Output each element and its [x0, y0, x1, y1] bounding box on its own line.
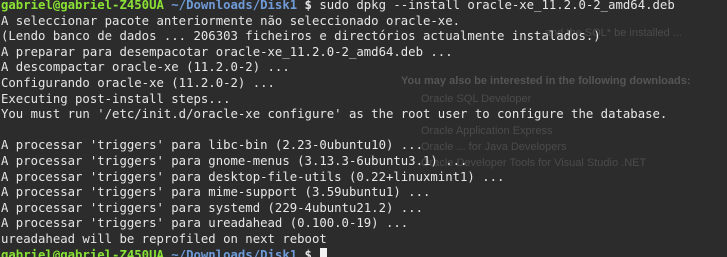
output-line: A processar 'triggers' para desktop-file… [1, 169, 505, 184]
prompt-user-host: gabriel@gabriel-Z450UA [1, 247, 164, 257]
output-line: A preparar para desempacotar oracle-xe_1… [1, 44, 453, 59]
output-line: ureadahead will be reprofiled on next re… [1, 231, 327, 246]
output-line: A seleccionar pacote anteriormente não s… [1, 13, 461, 28]
command-line: gabriel@gabriel-Z450UA ~/Downloads/Disk1… [1, 0, 727, 14]
output-line: A processar 'triggers' para systemd (229… [1, 200, 423, 215]
output-line: Executing post-install steps... [1, 91, 231, 106]
prompt-path: ~/Downloads/Disk1 [171, 0, 298, 12]
prompt-user-host: gabriel@gabriel-Z450UA [1, 0, 164, 12]
output-line: Configurando oracle-xe (11.2.0-2) ... [1, 75, 275, 90]
prompt-path: ~/Downloads/Disk1 [171, 247, 298, 257]
output-line: A processar 'triggers' para gnome-menus … [1, 153, 468, 168]
terminal-window[interactable]: and the SQL* be installed ... You may al… [0, 0, 727, 257]
prompt-symbol: $ [304, 247, 312, 257]
output-line: (Lendo banco de dados ... 206303 ficheir… [1, 29, 601, 44]
output-line: You must run '/etc/init.d/oracle-xe conf… [1, 107, 668, 122]
terminal-output: gabriel@gabriel-Z450UA ~/Downloads/Disk1… [1, 0, 727, 257]
output-line: A processar 'triggers' para mime-support… [1, 185, 431, 200]
text-cursor[interactable] [320, 247, 328, 257]
output-line: A descompactar oracle-xe (11.2.0-2) ... [1, 60, 290, 75]
command-text: sudo dpkg --install oracle-xe_11.2.0-2_a… [319, 0, 675, 12]
output-line: A processar 'triggers' para libc-bin (2.… [1, 138, 423, 153]
prompt-symbol: $ [304, 0, 312, 12]
active-prompt-line[interactable]: gabriel@gabriel-Z450UA ~/Downloads/Disk1… [1, 247, 727, 257]
output-line: A processar 'triggers' para ureadahead (… [1, 216, 409, 231]
